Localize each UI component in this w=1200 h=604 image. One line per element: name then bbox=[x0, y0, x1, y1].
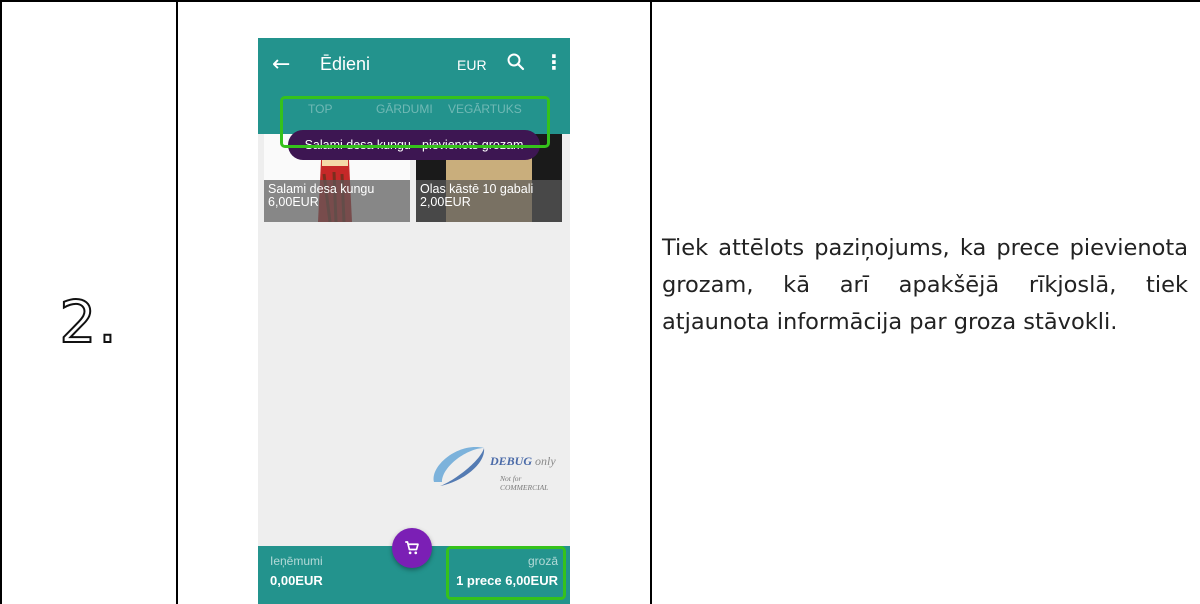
watermark-logo-icon bbox=[433, 447, 485, 486]
product-price: 6,00EUR bbox=[268, 195, 319, 209]
cart-icon bbox=[405, 541, 419, 555]
toast-highlight-box bbox=[280, 96, 550, 148]
debug-watermark: DEBUG only Not for COMMERCIAL bbox=[428, 436, 570, 492]
step-number: 2. bbox=[58, 287, 119, 357]
step-number-cell: 2. bbox=[0, 0, 178, 604]
more-vert-icon[interactable]: ⋮ bbox=[544, 52, 564, 72]
table-divider-2 bbox=[650, 0, 652, 604]
search-icon[interactable] bbox=[506, 52, 526, 72]
app-bar-title: Ēdieni bbox=[320, 54, 371, 74]
revenue-label: Ieņēmumi bbox=[270, 554, 323, 568]
phone-screenshot: ← Ēdieni EUR ⋮ TOP GĀRDUMI VEGĀRTUKS Sal… bbox=[258, 38, 570, 604]
app-bar: ← Ēdieni EUR ⋮ bbox=[258, 38, 570, 94]
watermark-brand: DEBUG only bbox=[490, 454, 556, 468]
watermark-sub: Not for COMMERCIAL bbox=[500, 474, 549, 492]
currency-button[interactable]: EUR bbox=[457, 57, 487, 73]
cart-highlight-box bbox=[446, 546, 566, 600]
product-label: Olas kāstē 10 gabali 2,00EUR bbox=[416, 180, 562, 222]
revenue-value: 0,00EUR bbox=[270, 573, 323, 588]
step-description: Tiek attēlots paziņojums, ka prece pievi… bbox=[662, 235, 1188, 335]
product-price: 2,00EUR bbox=[420, 195, 471, 209]
cart-fab-button[interactable] bbox=[392, 528, 432, 568]
product-label: Salami desa kungu 6,00EUR bbox=[264, 180, 410, 222]
arrow-left-icon[interactable]: ← bbox=[272, 52, 290, 78]
